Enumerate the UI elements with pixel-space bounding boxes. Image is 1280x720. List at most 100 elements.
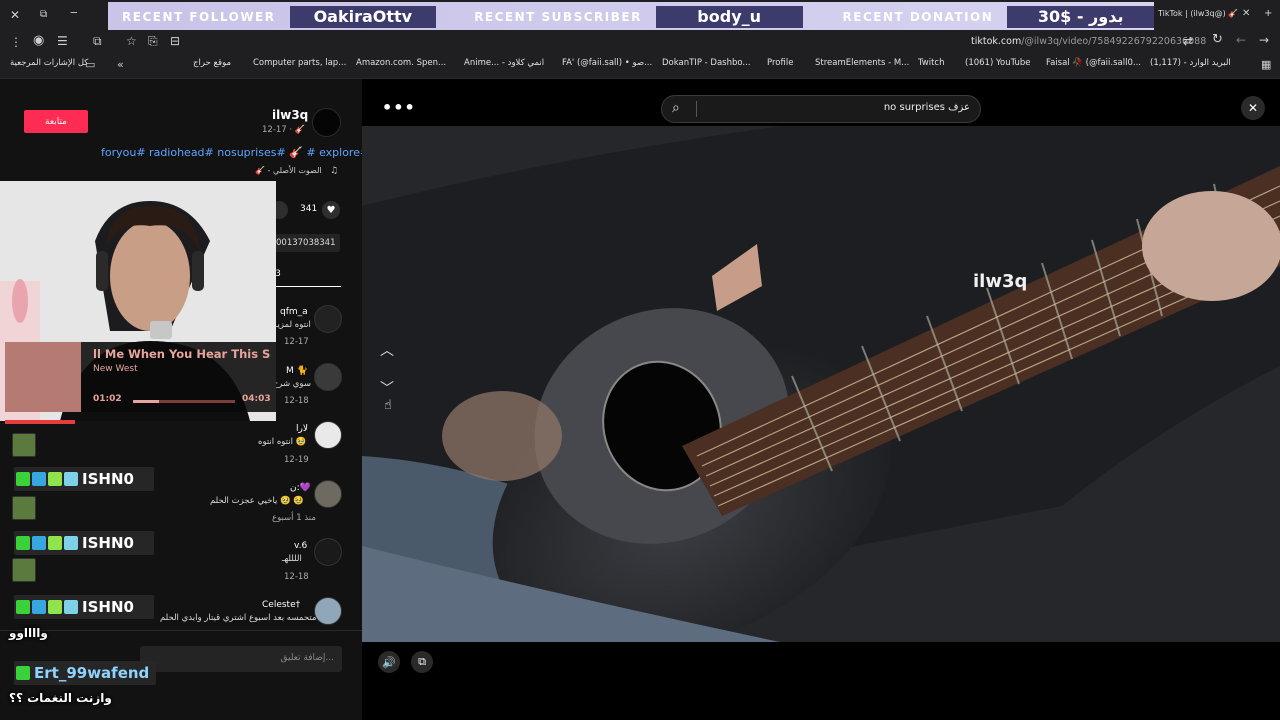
comment-author[interactable]: v.6 [294, 541, 307, 551]
site-info-icon[interactable]: ⊟ [170, 35, 180, 47]
more-options-icon[interactable]: ••• [382, 98, 416, 117]
close-icon[interactable]: ✕ [1241, 96, 1265, 120]
tune-icon[interactable]: ☰ [57, 35, 68, 47]
chat-username: Ert_99wafend [34, 664, 150, 682]
kick-badge-icon [16, 536, 30, 550]
bookmark-item[interactable]: Computer parts, lap... [253, 58, 346, 68]
follow-button[interactable]: متابعة [24, 110, 88, 133]
sub-badge-icon [64, 536, 78, 550]
bookmark-item[interactable]: StreamElements - M... [815, 58, 909, 68]
search-icon[interactable]: ⌕ [672, 100, 680, 116]
post-username[interactable]: ilw3q [272, 108, 308, 122]
kick-badge-icon [16, 472, 30, 486]
bookmark-item[interactable]: (1061) YouTube [965, 58, 1031, 68]
video-watermark: ilw3q [973, 271, 1028, 292]
comment-input[interactable]: إضافة تعليق... [140, 646, 342, 672]
chevron-down-icon[interactable]: ﹀ [380, 378, 394, 398]
webcam-accent-bar [5, 420, 75, 424]
volume-icon[interactable]: 🔊 [378, 651, 400, 673]
chat-username: ISHN0 [82, 470, 134, 488]
bookmark-star-icon[interactable]: ☆ [126, 35, 137, 47]
chat-avatar [12, 433, 36, 457]
kick-badge-icon [16, 666, 30, 680]
now-playing-widget: ll Me When You Hear This So New West 01:… [5, 342, 276, 412]
site-settings-icon[interactable]: ⇄ [1183, 35, 1193, 47]
reload-icon[interactable]: ↻ [1212, 33, 1223, 46]
recent-follower-label: RECENT FOLLOWER [122, 9, 276, 24]
verified-badge-icon [32, 536, 46, 550]
kick-badge-icon [16, 600, 30, 614]
bookmark-item[interactable]: Faisal 🥀 (@faii.sall0... [1046, 58, 1141, 68]
bookmark-item[interactable]: Profile [767, 58, 793, 68]
chat-message: وااااوو [9, 626, 48, 640]
comment-author[interactable]: ن:💜 [290, 483, 311, 493]
url-field[interactable]: tiktok.com/@ilw3q/video/7584922679220636… [971, 36, 1206, 47]
browser-tab-title[interactable]: TikTok | (ilw3q@) 🎸 [1158, 9, 1238, 18]
chevron-up-icon[interactable]: ︿ [380, 340, 394, 360]
apps-grid-icon[interactable]: ▦ [1261, 59, 1271, 71]
like-count: 341 [300, 204, 318, 214]
comment-avatar[interactable] [314, 597, 342, 625]
post-sound[interactable]: 🎸 - الصوت الأصلي [255, 166, 322, 175]
comment-avatar[interactable] [314, 480, 342, 508]
comment-author[interactable]: Celeste† [262, 600, 300, 610]
bookmark-item[interactable]: FA' (@faii.sall) • صو... [562, 58, 652, 68]
comment-text: انتوه انتوه 🥹 [258, 437, 307, 447]
comment-author[interactable]: qfm_a [280, 307, 308, 317]
recent-subscriber-label: RECENT SUBSCRIBER [474, 9, 642, 24]
tab-icon[interactable]: ⧉ [40, 9, 47, 21]
new-tab-icon[interactable]: + [1264, 8, 1272, 20]
post-hashtags[interactable]: foryou# radiohead# nosuprises# 🎸 # explo… [101, 146, 369, 159]
comment-date: 12-18 [284, 572, 309, 582]
copy-link-field[interactable]: 00137038341 [270, 234, 340, 252]
chat-avatar [12, 558, 36, 582]
chat-user-badge: Ert_99wafend [14, 661, 156, 685]
now-playing-elapsed: 01:02 [93, 394, 122, 404]
all-bookmarks-label[interactable]: كل الإشارات المرجعية [10, 58, 88, 68]
bookmark-item[interactable]: Anime... - انمي كلاود [464, 58, 544, 68]
comment-author[interactable]: لارا [296, 424, 308, 434]
stream-overlay-bar: RECENT FOLLOWER OakiraOttv RECENT SUBSCR… [108, 2, 1154, 31]
record-icon[interactable]: ◉ [33, 34, 44, 47]
comment-date: 12-18 [284, 396, 309, 406]
menu-dots-icon[interactable]: ⋮ [10, 36, 22, 48]
minimize-icon[interactable]: ‒ [70, 6, 78, 18]
chat-username: ISHN0 [82, 598, 134, 616]
copy-link-icon[interactable]: ⎘ [148, 35, 158, 47]
extensions-icon[interactable]: ⧉ [93, 35, 102, 47]
comment-text: اللللهـ [282, 554, 302, 564]
bookmark-item[interactable]: (1,117) - البريد الوارد [1150, 58, 1231, 68]
recent-subscriber-value: body_u [655, 5, 803, 28]
forward-icon[interactable]: ← [1236, 34, 1246, 46]
post-date: 12-17 · 🎸 [262, 125, 306, 135]
sub-badge-icon [64, 472, 78, 486]
search-value: no surprises عزف [883, 102, 970, 113]
music-note-icon: ♫ [330, 166, 339, 176]
tab-close-icon[interactable]: ✕ [1242, 8, 1250, 20]
bookmark-item[interactable]: DokanTIP - Dashbo... [662, 58, 751, 68]
comment-avatar[interactable] [314, 421, 342, 449]
video-player[interactable]: ilw3q [362, 126, 1280, 642]
search-input[interactable]: ⌕ no surprises عزف [661, 95, 981, 123]
comment-avatar[interactable] [314, 305, 342, 333]
comment-input-placeholder: إضافة تعليق... [280, 653, 334, 663]
back-icon[interactable]: → [1259, 34, 1269, 46]
comment-date: 12-19 [284, 455, 309, 465]
now-playing-title: ll Me When You Hear This So [93, 347, 271, 361]
close-window-icon[interactable]: ✕ [10, 9, 20, 21]
video-frame [362, 126, 1280, 642]
comment-avatar[interactable] [314, 538, 342, 566]
bookmark-item[interactable]: Amazon.com. Spen... [356, 58, 446, 68]
miniplayer-icon[interactable]: ⧉ [411, 651, 433, 673]
search-divider [696, 101, 697, 117]
comment-avatar[interactable] [314, 363, 342, 391]
author-avatar[interactable] [312, 108, 341, 137]
comment-date: منذ 1 أسبوع [272, 513, 316, 523]
comment-author[interactable]: M 🐈 [286, 366, 308, 376]
comment-text: متحمسه بعد اسبوع اشتري قيتار وابدي الحلم [160, 613, 317, 623]
video-controls [362, 642, 1280, 682]
bookmark-item[interactable]: موقع حراج [193, 58, 231, 68]
heart-icon[interactable]: ♥ [322, 201, 340, 219]
bookmark-item[interactable]: Twitch [918, 58, 945, 68]
bookmarks-overflow-icon[interactable]: « [117, 59, 124, 71]
